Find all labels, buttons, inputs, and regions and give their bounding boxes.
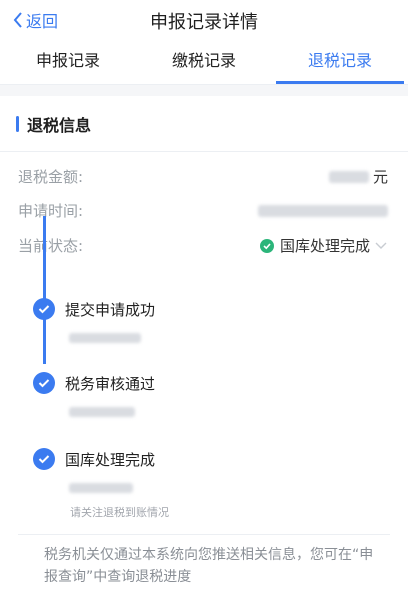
chevron-down-icon: [375, 242, 387, 249]
timeline-step-title: 提交申请成功: [65, 301, 156, 319]
apply-time-label: 申请时间:: [18, 202, 84, 220]
check-icon: [33, 298, 55, 320]
tab-tax-refund-records[interactable]: 退税记录: [272, 40, 408, 84]
check-circle-icon: [259, 238, 274, 253]
refund-amount-label: 退税金额:: [18, 168, 84, 186]
page-title: 申报记录详情: [150, 12, 258, 33]
timeline-step-title: 国库处理完成: [65, 451, 156, 469]
refund-amount-redacted: [328, 170, 369, 183]
notice-text: 税务机关仅通过本系统向您推送相关信息，您可在“申报查询”中查询退税进度: [44, 547, 374, 585]
section-header: 退税信息: [16, 112, 91, 136]
refund-amount-row: 退税金额: 元: [18, 166, 388, 190]
current-status-row[interactable]: 当前状态: 国库处理完成: [18, 235, 388, 259]
apply-time-value: [258, 200, 388, 217]
notice-divider: [18, 534, 390, 535]
timeline-step-time-redacted: [69, 402, 135, 421]
apply-time-redacted: [258, 205, 388, 217]
refund-hint: 请关注退税到账情况: [70, 506, 169, 519]
tab-tax-payment-records[interactable]: 缴税记录: [136, 40, 272, 84]
status-badge[interactable]: 国库处理完成: [259, 235, 388, 256]
section-accent-bar: [16, 116, 19, 132]
status-text: 国库处理完成: [279, 237, 370, 255]
check-icon: [33, 448, 55, 470]
refund-amount-unit: 元: [372, 168, 388, 186]
timeline-step-time-redacted: [69, 478, 133, 497]
timeline-line: [43, 216, 46, 364]
tab-bar: 申报记录 缴税记录 退税记录: [0, 40, 408, 85]
timeline-step-title: 税务审核通过: [65, 375, 156, 393]
section-title: 退税信息: [27, 116, 92, 135]
refund-amount-value: 元: [328, 166, 388, 187]
timeline-step-time-redacted: [69, 328, 141, 347]
current-status-label: 当前状态:: [18, 237, 84, 255]
navigation-bar: 返回 申报记录详情: [0, 0, 408, 40]
refund-info-card: 退税信息 退税金额: 元 申请时间: 当前状态: 国库处理完成: [0, 96, 408, 594]
section-divider: [0, 151, 408, 152]
check-icon: [33, 372, 55, 394]
apply-time-row: 申请时间:: [18, 200, 388, 224]
tab-declaration-records[interactable]: 申报记录: [0, 40, 136, 84]
